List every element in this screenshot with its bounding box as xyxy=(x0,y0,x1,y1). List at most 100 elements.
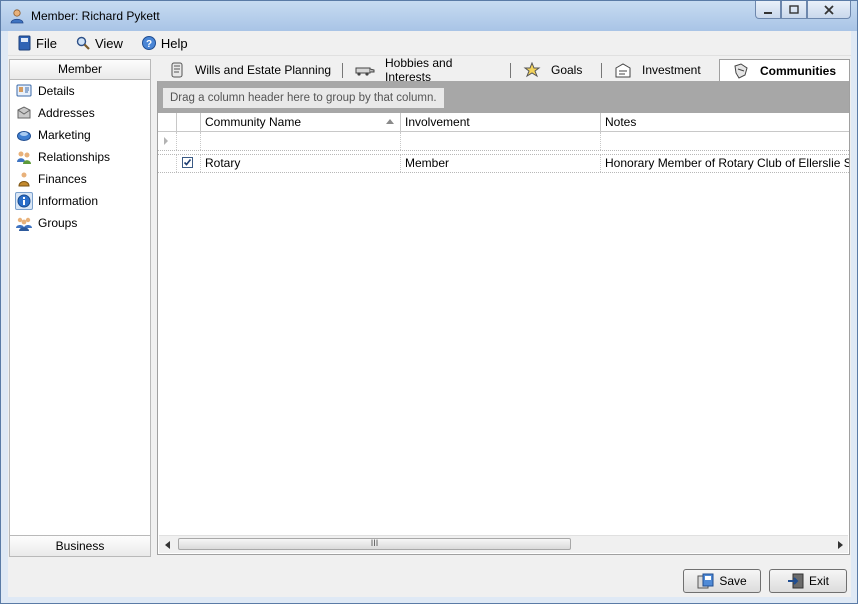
details-icon xyxy=(15,82,33,100)
title-bar[interactable]: Member: Richard Pykett xyxy=(1,1,857,31)
scroll-right-button[interactable] xyxy=(831,536,848,553)
exit-icon xyxy=(787,573,804,589)
row-indicator xyxy=(158,155,177,172)
close-button[interactable] xyxy=(807,1,851,19)
tab-label: Goals xyxy=(551,63,583,77)
scroll-thumb-grip: III xyxy=(370,538,379,548)
grid-header: Community Name Involvement Notes xyxy=(158,113,849,132)
column-header-label: Notes xyxy=(605,115,637,129)
sidebar-item-label: Finances xyxy=(38,172,87,186)
tab-strip: Wills and Estate Planning Hobbies and In… xyxy=(157,56,850,84)
sidebar-item-addresses[interactable]: Addresses xyxy=(10,102,150,124)
tab-hobbies-and-interests[interactable]: Hobbies and Interests xyxy=(343,56,511,84)
scroll-thumb[interactable]: III xyxy=(178,538,571,550)
column-header-community-name[interactable]: Community Name xyxy=(201,113,401,131)
window-title: Member: Richard Pykett xyxy=(31,9,160,23)
horizontal-scrollbar[interactable]: III xyxy=(159,535,848,553)
group-by-area[interactable]: Drag a column header here to group by th… xyxy=(158,81,849,113)
checkbox-header[interactable] xyxy=(177,113,201,131)
sidebar-item-marketing[interactable]: Marketing xyxy=(10,124,150,146)
column-header-notes[interactable]: Notes xyxy=(601,113,849,131)
sidebar-item-label: Information xyxy=(38,194,99,208)
column-header-involvement[interactable]: Involvement xyxy=(401,113,601,131)
row-checkbox-cell[interactable] xyxy=(177,155,201,172)
menu-bar: File View ? Help xyxy=(8,31,851,56)
information-icon xyxy=(15,192,33,210)
tab-wills-and-estate-planning[interactable]: Wills and Estate Planning xyxy=(157,59,343,81)
addresses-icon xyxy=(15,104,33,122)
tab-investment[interactable]: Investment xyxy=(602,59,719,81)
menu-view[interactable]: View xyxy=(65,32,131,54)
checkmark-icon xyxy=(183,159,192,166)
table-row[interactable]: Rotary Member Honorary Member of Rotary … xyxy=(158,154,849,173)
save-icon xyxy=(697,573,714,589)
client-area: File View ? Help Member Details Addresse… xyxy=(8,31,851,597)
tab-goals[interactable]: Goals xyxy=(511,59,602,81)
sidebar-item-label: Addresses xyxy=(38,106,95,120)
exit-button-label: Exit xyxy=(808,574,829,588)
communities-panel: Drag a column header here to group by th… xyxy=(157,81,850,555)
file-icon xyxy=(18,35,31,51)
maximize-button[interactable] xyxy=(781,1,807,19)
member-icon xyxy=(9,8,25,24)
column-header-label: Involvement xyxy=(405,115,470,129)
exit-button[interactable]: Exit xyxy=(769,569,847,593)
save-button-label: Save xyxy=(719,574,747,588)
group-by-hint: Drag a column header here to group by th… xyxy=(163,88,444,108)
view-icon xyxy=(76,36,90,50)
menu-help-label: Help xyxy=(160,35,188,51)
minimize-button[interactable] xyxy=(755,1,781,19)
wills-icon xyxy=(169,62,185,78)
finances-icon xyxy=(15,170,33,188)
new-row[interactable] xyxy=(158,132,849,151)
help-icon: ? xyxy=(141,36,156,50)
sidebar-footer-business[interactable]: Business xyxy=(10,535,150,556)
arrow-right-icon xyxy=(837,540,843,549)
relationships-icon xyxy=(15,148,33,166)
menu-file[interactable]: File xyxy=(8,32,65,54)
investment-icon xyxy=(614,62,632,78)
menu-help[interactable]: ? Help xyxy=(131,32,196,54)
new-row-cell[interactable] xyxy=(401,132,601,150)
menu-file-label: File xyxy=(36,35,57,51)
row-indicator xyxy=(158,132,177,150)
sidebar-item-label: Groups xyxy=(38,216,78,230)
member-window: Member: Richard Pykett File View ? Help … xyxy=(0,0,858,604)
sidebar-item-finances[interactable]: Finances xyxy=(10,168,150,190)
hobbies-icon xyxy=(355,64,375,76)
arrow-left-icon xyxy=(164,540,170,549)
sidebar-item-groups[interactable]: Groups xyxy=(10,212,150,234)
sidebar-item-label: Marketing xyxy=(38,128,91,142)
row-indicator-header xyxy=(158,113,177,131)
sidebar-header-member[interactable]: Member xyxy=(10,60,150,80)
svg-text:?: ? xyxy=(146,39,152,50)
sidebar-item-details[interactable]: Details xyxy=(10,80,150,102)
cell-notes[interactable]: Honorary Member of Rotary Club of Ellers… xyxy=(601,155,849,172)
save-button[interactable]: Save xyxy=(683,569,761,593)
tab-label: Wills and Estate Planning xyxy=(195,63,332,77)
row-checkbox[interactable] xyxy=(182,157,193,168)
sidebar: Member Details Addresses Marketing Relat… xyxy=(9,59,151,557)
groups-icon xyxy=(15,214,33,232)
sort-ascending-icon xyxy=(386,119,394,124)
sidebar-item-label: Relationships xyxy=(38,150,111,164)
column-header-label: Community Name xyxy=(205,115,302,129)
sidebar-item-relationships[interactable]: Relationships xyxy=(10,146,150,168)
tab-label: Hobbies and Interests xyxy=(385,56,453,84)
cell-involvement[interactable]: Member xyxy=(401,155,601,172)
menu-view-label: View xyxy=(94,35,123,51)
tab-label: Investment xyxy=(642,63,701,77)
new-row-cell[interactable] xyxy=(601,132,849,150)
goals-icon xyxy=(523,62,541,78)
marketing-icon xyxy=(15,126,33,144)
communities-icon xyxy=(732,62,750,79)
row-pointer-icon xyxy=(164,137,168,145)
sidebar-item-information[interactable]: Information xyxy=(10,190,150,212)
scroll-left-button[interactable] xyxy=(159,536,176,553)
button-bar: Save Exit xyxy=(8,561,851,597)
tab-communities[interactable]: Communities xyxy=(719,59,850,82)
new-row-cell[interactable] xyxy=(201,132,401,150)
cell-community-name[interactable]: Rotary xyxy=(201,155,401,172)
sidebar-item-label: Details xyxy=(38,84,75,98)
new-row-cell[interactable] xyxy=(177,132,201,150)
